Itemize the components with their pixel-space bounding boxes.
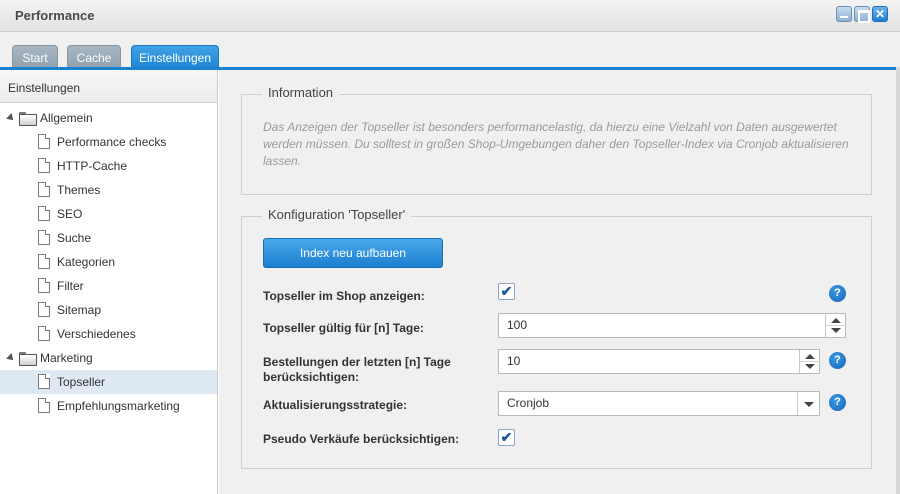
tree-item-label: Sitemap bbox=[57, 303, 102, 317]
config-legend: Konfiguration 'Topseller' bbox=[262, 207, 412, 222]
window-titlebar: Performance ✕ bbox=[0, 0, 900, 32]
sidebar-header: Einstellungen bbox=[0, 70, 217, 103]
tree-item-label: HTTP-Cache bbox=[57, 159, 128, 173]
strategy-label: Aktualisierungsstrategie: bbox=[263, 398, 408, 412]
window-right-border bbox=[896, 67, 900, 494]
orders-days-label: Bestellungen der letzten [n] Tage berück… bbox=[263, 355, 451, 384]
page-icon bbox=[38, 182, 50, 197]
page-icon bbox=[38, 326, 50, 341]
stepper-divider bbox=[826, 325, 846, 326]
tree-group-marketing[interactable]: Marketing bbox=[0, 346, 217, 370]
tree-item-label: Suche bbox=[57, 231, 92, 245]
close-icon: ✕ bbox=[874, 7, 886, 21]
orders-days-input[interactable]: 10 bbox=[498, 349, 820, 374]
tree-item-topseller[interactable]: Topseller bbox=[0, 370, 217, 394]
tree-item-label: Performance checks bbox=[57, 135, 167, 149]
close-button[interactable]: ✕ bbox=[872, 6, 888, 22]
orders-days-stepper[interactable] bbox=[799, 350, 820, 373]
stepper-up-icon[interactable] bbox=[805, 354, 815, 359]
page-icon bbox=[38, 206, 50, 221]
settings-tree: Allgemein Performance checks HTTP-Cache … bbox=[0, 103, 217, 418]
chevron-down-icon[interactable] bbox=[797, 392, 819, 415]
window-title: Performance bbox=[15, 8, 95, 23]
rebuild-index-button[interactable]: Index neu aufbauen bbox=[263, 238, 443, 268]
tree-group-label: Marketing bbox=[40, 351, 93, 365]
page-icon bbox=[38, 158, 50, 173]
page-icon bbox=[38, 134, 50, 149]
help-icon[interactable]: ? bbox=[829, 394, 846, 411]
minimize-button[interactable] bbox=[836, 6, 852, 22]
page-icon bbox=[38, 302, 50, 317]
valid-days-input[interactable]: 100 bbox=[498, 313, 846, 338]
tree-item-label: Filter bbox=[57, 279, 84, 293]
tree-item-empfehlungsmarketing[interactable]: Empfehlungsmarketing bbox=[0, 394, 217, 418]
valid-days-stepper[interactable] bbox=[825, 314, 846, 337]
pseudo-sales-checkbox[interactable]: ✔ bbox=[498, 429, 515, 446]
tree-item-verschiedenes[interactable]: Verschiedenes bbox=[0, 322, 217, 346]
tree-item-suche[interactable]: Suche bbox=[0, 226, 217, 250]
page-icon bbox=[38, 230, 50, 245]
valid-days-label: Topseller gültig für [n] Tage: bbox=[263, 321, 424, 335]
page-icon bbox=[38, 254, 50, 269]
page-icon bbox=[38, 398, 50, 413]
page-icon bbox=[38, 374, 50, 389]
tree-item-label: Themes bbox=[57, 183, 101, 197]
page-icon bbox=[38, 278, 50, 293]
strategy-select[interactable]: Cronjob bbox=[498, 391, 820, 416]
tree-group-label: Allgemein bbox=[40, 111, 93, 125]
maximize-icon bbox=[855, 7, 870, 23]
folder-icon bbox=[19, 112, 37, 126]
tab-bar: Start Cache Einstellungen bbox=[0, 32, 900, 70]
tree-item-sitemap[interactable]: Sitemap bbox=[0, 298, 217, 322]
tree-item-http-cache[interactable]: HTTP-Cache bbox=[0, 154, 217, 178]
help-icon[interactable]: ? bbox=[829, 352, 846, 369]
stepper-down-icon[interactable] bbox=[805, 364, 815, 369]
tree-item-label: Topseller bbox=[57, 375, 106, 389]
tree-item-label: SEO bbox=[57, 207, 83, 221]
orders-days-value: 10 bbox=[507, 354, 521, 368]
tree-item-label: Kategorien bbox=[57, 255, 116, 269]
valid-days-value: 100 bbox=[507, 318, 528, 332]
folder-icon bbox=[19, 352, 37, 366]
stepper-down-icon[interactable] bbox=[831, 328, 841, 333]
tree-item-seo[interactable]: SEO bbox=[0, 202, 217, 226]
tree-item-label: Empfehlungsmarketing bbox=[57, 399, 180, 413]
information-text: Das Anzeigen der Topseller ist besonders… bbox=[263, 120, 849, 168]
tree-item-kategorien[interactable]: Kategorien bbox=[0, 250, 217, 274]
tree-item-filter[interactable]: Filter bbox=[0, 274, 217, 298]
expand-arrow-icon[interactable] bbox=[6, 353, 16, 363]
tree-group-allgemein[interactable]: Allgemein bbox=[0, 106, 217, 130]
information-legend: Information bbox=[262, 85, 340, 100]
information-fieldset: Information Das Anzeigen der Topseller i… bbox=[241, 85, 872, 195]
show-in-shop-label: Topseller im Shop anzeigen: bbox=[263, 289, 425, 303]
minimize-icon bbox=[837, 7, 851, 21]
show-in-shop-checkbox[interactable]: ✔ bbox=[498, 283, 515, 300]
expand-arrow-icon[interactable] bbox=[6, 113, 16, 123]
stepper-divider bbox=[800, 361, 820, 362]
maximize-button[interactable] bbox=[854, 6, 870, 23]
pseudo-sales-label: Pseudo Verkäufe berücksichtigen: bbox=[263, 432, 460, 446]
strategy-value: Cronjob bbox=[507, 396, 550, 410]
tree-item-themes[interactable]: Themes bbox=[0, 178, 217, 202]
settings-sidebar: Einstellungen Allgemein Performance chec… bbox=[0, 70, 218, 494]
tree-item-performance-checks[interactable]: Performance checks bbox=[0, 130, 217, 154]
help-icon[interactable]: ? bbox=[829, 285, 846, 302]
stepper-up-icon[interactable] bbox=[831, 318, 841, 323]
tree-item-label: Verschiedenes bbox=[57, 327, 136, 341]
settings-content: Information Das Anzeigen der Topseller i… bbox=[219, 70, 896, 494]
window-controls: ✕ bbox=[836, 6, 888, 23]
